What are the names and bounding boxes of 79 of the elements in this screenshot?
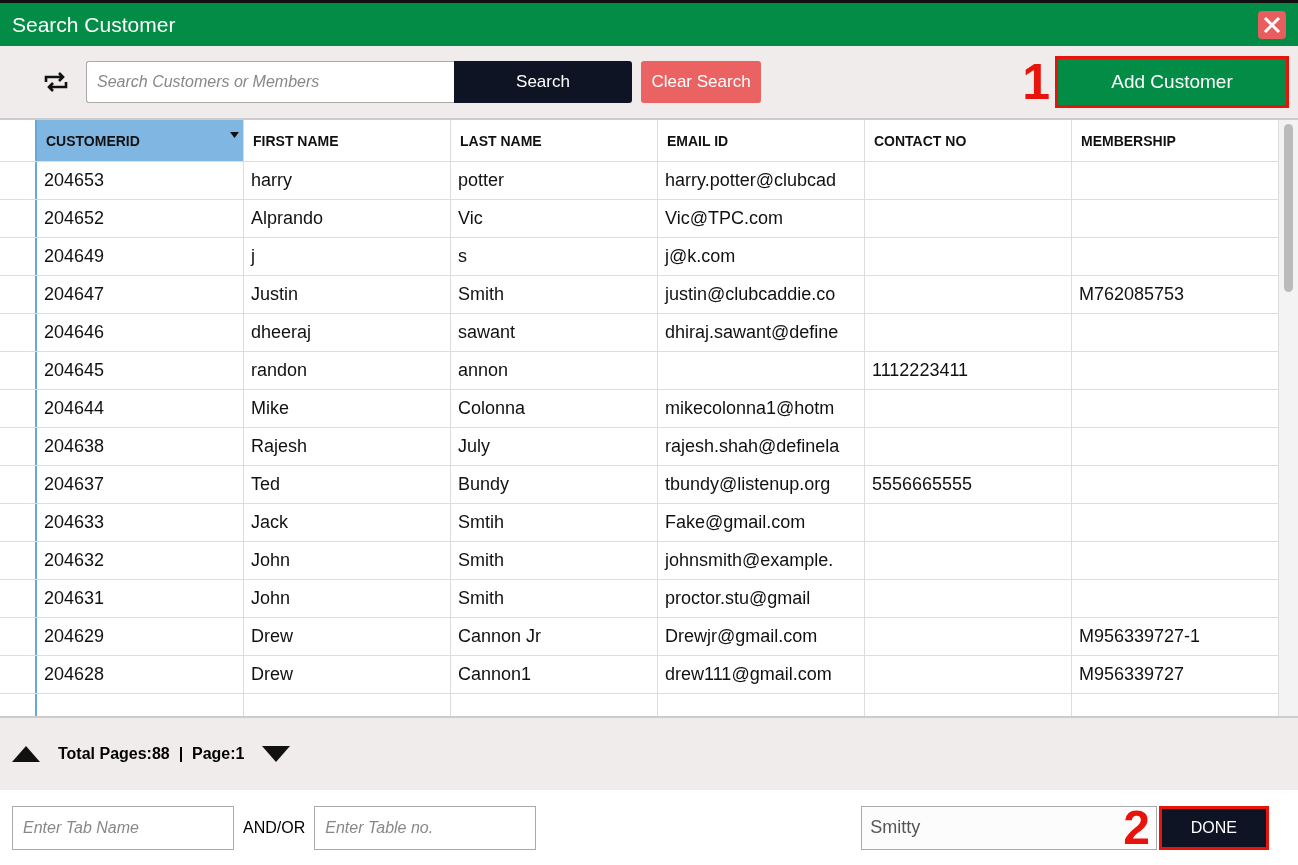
table-cell: harry.potter@clubcad	[658, 162, 865, 199]
table-cell: 204633	[37, 504, 244, 541]
table-cell: 204652	[37, 200, 244, 237]
close-icon	[1263, 15, 1281, 34]
table-cell: 204645	[37, 352, 244, 389]
table-cell: tbundy@listenup.org	[658, 466, 865, 503]
add-customer-button[interactable]: Add Customer	[1058, 59, 1286, 105]
table-cell: randon	[244, 352, 451, 389]
table-cell: Smith	[451, 542, 658, 579]
table-cell: proctor.stu@gmail	[658, 580, 865, 617]
column-header[interactable]: FIRST NAME	[244, 120, 451, 161]
search-button[interactable]: Search	[454, 61, 632, 103]
table-cell: Ted	[244, 466, 451, 503]
table-cell: Drew	[244, 618, 451, 655]
table-cell: 204649	[37, 238, 244, 275]
table-cell: 204646	[37, 314, 244, 351]
table-cell: 204631	[37, 580, 244, 617]
table-cell: Bundy	[451, 466, 658, 503]
table-cell: johnsmith@example.	[658, 542, 865, 579]
table-cell: annon	[451, 352, 658, 389]
table-cell: Drew	[244, 656, 451, 693]
table-cell: John	[244, 580, 451, 617]
previous-page-icon[interactable]	[12, 746, 40, 762]
table-cell: Cannon Jr	[451, 618, 658, 655]
table-cell: Fake@gmail.com	[658, 504, 865, 541]
window-title: Search Customer	[12, 12, 176, 37]
table-cell: Rajesh	[244, 428, 451, 465]
table-cell: 204628	[37, 656, 244, 693]
table-cell: 5556665555	[865, 466, 1072, 503]
table-cell: Colonna	[451, 390, 658, 427]
callout-number: 1	[1022, 57, 1050, 107]
close-button[interactable]	[1258, 10, 1286, 39]
table-cell: 204632	[37, 542, 244, 579]
table-cell: Vic	[451, 200, 658, 237]
table-cell: Jack	[244, 504, 451, 541]
column-header[interactable]: LAST NAME	[451, 120, 658, 161]
table-cell: Justin	[244, 276, 451, 313]
table-cell: j@k.com	[658, 238, 865, 275]
column-header[interactable]: CUSTOMERID	[37, 120, 244, 161]
next-page-icon[interactable]	[262, 746, 291, 762]
table-cell: j	[244, 238, 451, 275]
done-button[interactable]: DONE	[1161, 808, 1266, 847]
table-cell: potter	[451, 162, 658, 199]
scrollbar-thumb[interactable]	[1284, 124, 1293, 292]
table-cell: harry	[244, 162, 451, 199]
table-cell: Alprando	[244, 200, 451, 237]
table-cell: Mike	[244, 390, 451, 427]
table-cell: July	[451, 428, 658, 465]
table-cell: drew111@gmail.com	[658, 656, 865, 693]
table-cell: 204653	[37, 162, 244, 199]
column-header[interactable]: EMAIL ID	[658, 120, 865, 161]
table-cell: Drewjr@gmail.com	[658, 618, 865, 655]
table-cell: s	[451, 238, 658, 275]
table-cell: dheeraj	[244, 314, 451, 351]
table-cell: mikecolonna1@hotm	[658, 390, 865, 427]
table-cell: rajesh.shah@definela	[658, 428, 865, 465]
search-field[interactable]: Search Customers or Members	[86, 61, 454, 103]
sort-icon	[230, 132, 239, 138]
table-cell: 204637	[37, 466, 244, 503]
and-or-label: AND/OR	[243, 818, 306, 837]
table-cell: Smtih	[451, 504, 658, 541]
table-cell: justin@clubcaddie.co	[658, 276, 865, 313]
callout-number: 2	[1123, 803, 1150, 852]
page-info: Total Pages:88 | Page:1	[58, 745, 245, 763]
table-cell: Vic@TPC.com	[658, 200, 865, 237]
table-cell: 204638	[37, 428, 244, 465]
table-cell: John	[244, 542, 451, 579]
column-header[interactable]: CONTACT NO	[865, 120, 1072, 161]
table-number-field[interactable]: Enter Table no.	[314, 805, 537, 850]
table-cell: Cannon1	[451, 656, 658, 693]
table-cell: dhiraj.sawant@define	[658, 314, 865, 351]
tab-name-field[interactable]: Enter Tab Name	[12, 805, 234, 850]
table-cell: Smith	[451, 276, 658, 313]
table-cell: 1112223411	[865, 352, 1072, 389]
table-cell: sawant	[451, 314, 658, 351]
table-cell: 204647	[37, 276, 244, 313]
table-cell: 204644	[37, 390, 244, 427]
table-cell: Smith	[451, 580, 658, 617]
table-cell: 204629	[37, 618, 244, 655]
